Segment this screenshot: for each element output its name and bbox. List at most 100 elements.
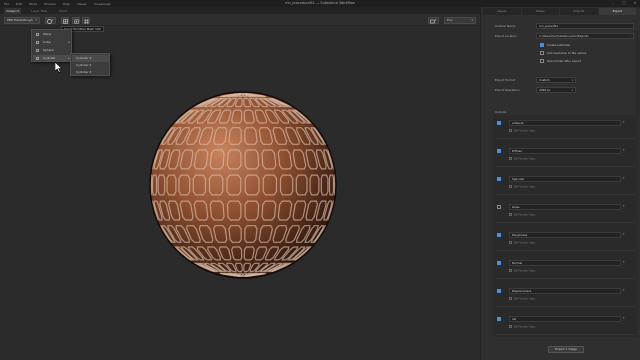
- output-enable-checkbox[interactable]: [497, 289, 501, 293]
- output-enable-checkbox[interactable]: [497, 121, 501, 125]
- chevron-down-icon: ▾: [571, 88, 573, 92]
- export-location-value: C:/Users/mn/Substance/mn/Exports: [539, 34, 589, 38]
- checkbox[interactable]: [509, 269, 512, 272]
- menu-item-sphere[interactable]: Sphere: [33, 47, 72, 54]
- output-name-field[interactable]: Specular: [509, 176, 621, 182]
- tab-layers[interactable]: Layers: [483, 8, 522, 15]
- chevron-down-icon[interactable]: ▾: [623, 148, 625, 152]
- environment-select[interactable]: Env ▾: [444, 16, 476, 24]
- output-format-label: Bit Format: 8bpc: [514, 185, 536, 189]
- option-open-folder[interactable]: Open folder after export: [540, 59, 581, 63]
- output-enable-checkbox[interactable]: [497, 233, 501, 237]
- output-format-label: Bit Format: 8bpc: [514, 297, 536, 301]
- menu-mode[interactable]: Mode: [29, 2, 37, 6]
- chevron-down-icon[interactable]: ▾: [623, 120, 625, 124]
- output-format-row: Bit Format: 8bpc: [509, 241, 536, 245]
- export-resolution-select[interactable]: 2048 px ▾: [536, 87, 576, 93]
- chevron-down-icon[interactable]: ▾: [623, 232, 625, 236]
- output-format-label: Bit Format: 8bpc: [514, 157, 536, 161]
- output-name-field[interactable]: ambient: [509, 120, 621, 126]
- export-location-input[interactable]: C:/Users/mn/Substance/mn/Exports …: [536, 33, 634, 39]
- wireframe-toggle-button[interactable]: [72, 16, 80, 24]
- chevron-down-icon[interactable]: ▾: [623, 260, 625, 264]
- divider: [497, 194, 635, 195]
- mouse-cursor-icon: [55, 62, 63, 73]
- chevron-down-icon[interactable]: ▾: [623, 176, 625, 180]
- menu-screencast[interactable]: Screencast: [94, 2, 111, 6]
- output-name-input[interactable]: mn_procedS1: [536, 23, 634, 29]
- checkbox[interactable]: [509, 185, 512, 188]
- submenu-item-cylinder-1[interactable]: Cylinder 1: [72, 55, 110, 62]
- chevron-down-icon[interactable]: ▾: [623, 288, 625, 292]
- divider: [497, 138, 635, 139]
- checkbox[interactable]: [509, 157, 512, 160]
- panel-scrollbar[interactable]: [636, 30, 639, 330]
- export-button[interactable]: Export 1 image: [548, 346, 584, 353]
- lighting-toggle-button[interactable]: [82, 16, 90, 24]
- tab-shape[interactable]: Shape: [522, 8, 560, 15]
- material-preview-sphere[interactable]: [148, 90, 338, 280]
- output-enable-checkbox[interactable]: [497, 317, 501, 321]
- grid-toggle-button[interactable]: [61, 16, 69, 24]
- folder-icon[interactable]: …: [628, 34, 631, 38]
- menu-item-plane[interactable]: Plane: [33, 31, 72, 38]
- primitive-mesh-button[interactable]: ▾: [45, 16, 56, 24]
- display-mode-value: PBR Metal/Rough: [7, 17, 33, 22]
- tab-viewport[interactable]: Viewport: [4, 7, 22, 14]
- menu-viewer[interactable]: Viewer: [77, 2, 87, 6]
- checkbox[interactable]: [509, 213, 512, 216]
- checkbox[interactable]: [509, 297, 512, 300]
- checkbox[interactable]: [509, 325, 512, 328]
- menu-item-cylinder[interactable]: Cylinder▸: [33, 55, 72, 62]
- checkbox[interactable]: [509, 241, 512, 244]
- divider: [497, 334, 635, 335]
- checkbox[interactable]: [540, 43, 544, 47]
- option-create-subfolder[interactable]: Create subfolder: [540, 43, 570, 47]
- output-format-row: Bit Format: 8bpc: [509, 213, 536, 217]
- output-enable-checkbox[interactable]: [497, 149, 501, 153]
- tab-layer-tabs[interactable]: Layer Tabs: [29, 8, 49, 14]
- option-label: Create subfolder: [547, 43, 571, 47]
- output-name-field[interactable]: Roughness: [509, 232, 621, 238]
- checkbox[interactable]: [509, 129, 512, 132]
- output-enable-checkbox[interactable]: [497, 261, 501, 265]
- menu-file[interactable]: File: [4, 2, 9, 6]
- viewport-toolbar: PBR Metal/Rough ▾ ▾ ▾ Env ▾: [0, 14, 480, 26]
- submenu-item-cylinder-3[interactable]: Cylinder 3: [72, 69, 110, 76]
- minimize-icon[interactable]: –: [611, 1, 615, 5]
- close-icon[interactable]: ✕: [633, 1, 637, 5]
- output-enable-checkbox[interactable]: [497, 177, 501, 181]
- display-mode-select[interactable]: PBR Metal/Rough ▾: [4, 16, 40, 24]
- output-name-field[interactable]: AO: [509, 316, 621, 322]
- export-resolution-label: Export Resolution: [495, 88, 520, 92]
- maximize-icon[interactable]: □: [622, 1, 626, 5]
- chevron-down-icon: ▾: [35, 17, 37, 22]
- tab-outputs[interactable]: Outputs: [560, 8, 599, 15]
- chevron-down-icon: ▾: [52, 17, 54, 22]
- output-name-field[interactable]: Diffuse: [509, 148, 621, 154]
- chevron-down-icon[interactable]: ▾: [623, 204, 625, 208]
- tab-export[interactable]: Export: [598, 8, 637, 15]
- menu-item-cube[interactable]: Cube ▸: [33, 39, 72, 46]
- output-format-row: Bit Format: 8bpc: [509, 297, 536, 301]
- divider: [497, 250, 635, 251]
- cylinder-submenu: Cylinder 1 Cylinder 2 Cylinder 3: [70, 53, 110, 76]
- environment-value: Env: [447, 17, 453, 22]
- output-enable-checkbox[interactable]: [497, 205, 501, 209]
- output-name-field[interactable]: Gloss: [509, 204, 621, 210]
- export-format-select[interactable]: Custom ▾: [536, 77, 576, 83]
- output-name-field[interactable]: Displacement: [509, 288, 621, 294]
- checkbox[interactable]: [540, 59, 544, 63]
- menu-help[interactable]: Help: [63, 2, 70, 6]
- submenu-item-cylinder-2[interactable]: Cylinder 2: [72, 62, 110, 69]
- checkbox[interactable]: [540, 51, 544, 55]
- option-add-resolution[interactable]: Add resolution to file names: [540, 51, 586, 55]
- grid-icon: [63, 18, 68, 24]
- output-name-field[interactable]: Normal: [509, 260, 621, 266]
- menu-edit[interactable]: Edit: [16, 2, 22, 6]
- tab-shelf[interactable]: Shelf: [57, 8, 69, 14]
- camera-settings-button[interactable]: ▾: [428, 16, 439, 24]
- chevron-down-icon[interactable]: ▾: [623, 316, 625, 320]
- menu-item-label: Plane: [43, 32, 52, 36]
- menu-window[interactable]: Window: [44, 2, 56, 6]
